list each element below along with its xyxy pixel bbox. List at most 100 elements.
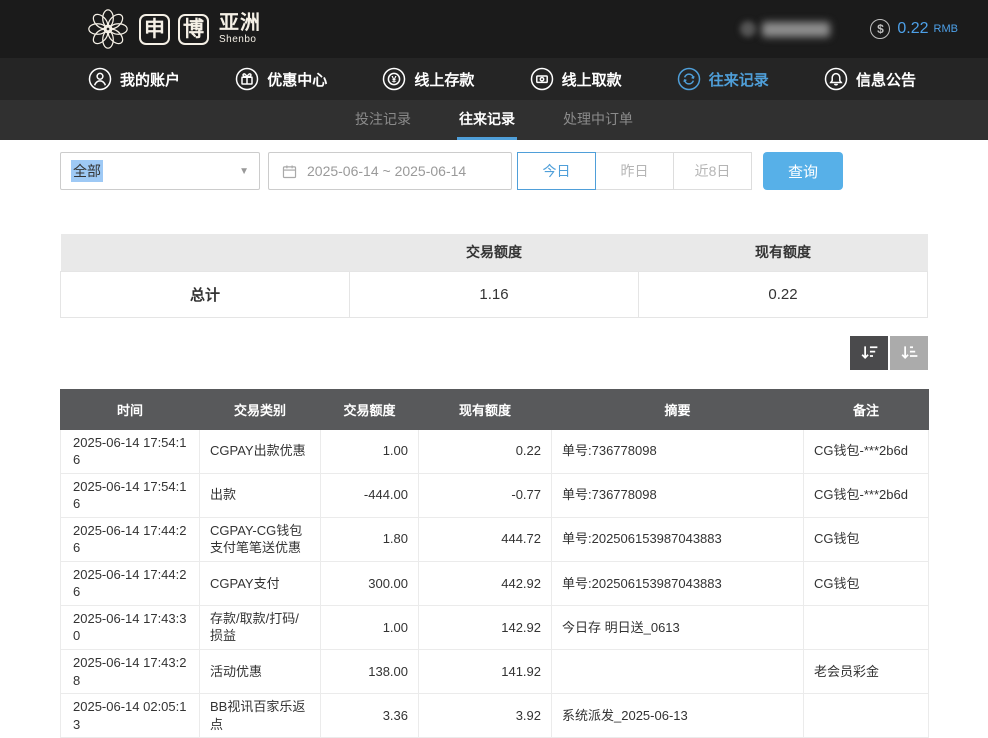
cell-type: CGPAY出款优惠 xyxy=(200,429,321,473)
summary-header-balance: 现有额度 xyxy=(639,234,928,271)
quick-date-buttons: 今日 昨日 近8日 xyxy=(518,152,752,190)
table-row: 2025-06-14 02:05:13 BB视讯百家乐返点 3.36 3.92 … xyxy=(61,694,929,738)
cell-remark: CG钱包 xyxy=(804,561,929,605)
records-subnav: 投注记录 往来记录 处理中订单 xyxy=(0,100,988,140)
cell-summary xyxy=(552,649,804,693)
cell-amount: -444.00 xyxy=(321,473,419,517)
main-navigation: 我的账户 优惠中心 ¥ 线上存款 线上取款 xyxy=(0,58,988,100)
cell-balance: -0.77 xyxy=(419,473,552,517)
deposit-coin-icon: ¥ xyxy=(382,67,406,91)
tab-processing-orders[interactable]: 处理中订单 xyxy=(561,100,635,140)
summary-total-label: 总计 xyxy=(61,271,350,317)
brand-char-1: 申 xyxy=(139,14,170,45)
cell-remark: CG钱包-***2b6d xyxy=(804,473,929,517)
cell-remark xyxy=(804,605,929,649)
svg-text:¥: ¥ xyxy=(392,74,397,84)
brand-char-2: 博 xyxy=(178,14,209,45)
exchange-records-icon xyxy=(677,67,701,91)
transactions-table: 时间 交易类别 交易额度 现有额度 摘要 备注 2025-06-14 17:54… xyxy=(60,389,929,738)
lotus-logo-icon xyxy=(85,6,131,52)
table-row: 2025-06-14 17:54:16 出款 -444.00 -0.77 单号:… xyxy=(61,473,929,517)
cell-amount: 3.36 xyxy=(321,694,419,738)
sort-controls xyxy=(60,336,928,370)
cell-type: CGPAY-CG钱包支付笔笔送优惠 xyxy=(200,517,321,561)
col-header-remark: 备注 xyxy=(804,389,929,429)
cell-balance: 141.92 xyxy=(419,649,552,693)
cell-time: 2025-06-14 17:54:16 xyxy=(61,429,200,473)
masked-username xyxy=(740,21,830,37)
col-header-summary: 摘要 xyxy=(552,389,804,429)
gift-icon xyxy=(235,67,259,91)
avatar xyxy=(740,21,756,37)
nav-item-promotions[interactable]: 优惠中心 xyxy=(235,67,327,91)
cell-type: 出款 xyxy=(200,473,321,517)
transactions-header-row: 时间 交易类别 交易额度 现有额度 摘要 备注 xyxy=(61,389,929,429)
summary-total-row: 总计 1.16 0.22 xyxy=(61,271,928,317)
date-range-value: 2025-06-14 ~ 2025-06-14 xyxy=(307,163,466,179)
cell-remark: CG钱包-***2b6d xyxy=(804,429,929,473)
button-label: 昨日 xyxy=(621,161,649,181)
withdraw-coin-icon xyxy=(530,67,554,91)
nav-label: 线上取款 xyxy=(562,69,622,90)
nav-label: 我的账户 xyxy=(120,69,180,90)
last-8-days-button[interactable]: 近8日 xyxy=(673,152,752,190)
cell-amount: 1.80 xyxy=(321,517,419,561)
type-select-value: 全部 xyxy=(71,160,103,182)
tab-label: 往来记录 xyxy=(459,109,515,129)
table-row: 2025-06-14 17:44:26 CGPAY-CG钱包支付笔笔送优惠 1.… xyxy=(61,517,929,561)
query-button[interactable]: 查询 xyxy=(763,152,843,190)
cell-summary: 系统派发_2025-06-13 xyxy=(552,694,804,738)
tab-betting-records[interactable]: 投注记录 xyxy=(353,100,413,140)
cell-time: 2025-06-14 17:54:16 xyxy=(61,473,200,517)
cell-type: CGPAY支付 xyxy=(200,561,321,605)
sort-ascending-button[interactable] xyxy=(890,336,928,370)
today-button[interactable]: 今日 xyxy=(517,152,596,190)
summary-transaction-total: 1.16 xyxy=(350,271,639,317)
date-range-picker[interactable]: 2025-06-14 ~ 2025-06-14 xyxy=(268,152,512,190)
nav-label: 往来记录 xyxy=(709,69,769,90)
tab-transaction-records[interactable]: 往来记录 xyxy=(457,100,517,140)
summary-balance-total: 0.22 xyxy=(639,271,928,317)
type-select[interactable]: 全部 ▼ xyxy=(60,152,260,190)
balance-currency: RMB xyxy=(934,23,958,35)
tab-label: 处理中订单 xyxy=(563,109,633,129)
cell-type: 活动优惠 xyxy=(200,649,321,693)
nav-item-transaction-records[interactable]: 往来记录 xyxy=(677,67,769,91)
nav-label: 信息公告 xyxy=(856,69,916,90)
cell-remark: 老会员彩金 xyxy=(804,649,929,693)
cell-time: 2025-06-14 02:05:13 xyxy=(61,694,200,738)
nav-item-online-withdrawal[interactable]: 线上取款 xyxy=(530,67,622,91)
top-header: 申 博 亚洲 Shenbo $ 0.22 RMB xyxy=(0,0,988,58)
table-row: 2025-06-14 17:43:28 活动优惠 138.00 141.92 老… xyxy=(61,649,929,693)
yesterday-button[interactable]: 昨日 xyxy=(595,152,674,190)
cell-remark: CG钱包 xyxy=(804,517,929,561)
filter-bar: 全部 ▼ 2025-06-14 ~ 2025-06-14 今日 昨日 近8日 查… xyxy=(60,152,928,190)
cell-summary: 单号:736778098 xyxy=(552,473,804,517)
balance-amount: 0.22 xyxy=(897,20,928,38)
button-label: 今日 xyxy=(543,161,571,181)
chevron-down-icon: ▼ xyxy=(239,166,249,177)
cell-summary: 单号:202506153987043883 xyxy=(552,561,804,605)
cell-summary: 单号:736778098 xyxy=(552,429,804,473)
cell-balance: 0.22 xyxy=(419,429,552,473)
brand-region: 亚洲 xyxy=(219,13,261,33)
nav-item-online-deposit[interactable]: ¥ 线上存款 xyxy=(382,67,474,91)
nav-label: 线上存款 xyxy=(414,69,474,90)
cell-time: 2025-06-14 17:43:30 xyxy=(61,605,200,649)
cell-amount: 138.00 xyxy=(321,649,419,693)
cell-amount: 1.00 xyxy=(321,429,419,473)
nav-item-announcements[interactable]: 信息公告 xyxy=(824,67,916,91)
bell-icon xyxy=(824,67,848,91)
table-row: 2025-06-14 17:43:30 存款/取款/打码/损益 1.00 142… xyxy=(61,605,929,649)
calendar-icon xyxy=(281,163,298,180)
col-header-balance: 现有额度 xyxy=(419,389,552,429)
summary-header-transaction: 交易额度 xyxy=(350,234,639,271)
username-blur xyxy=(762,22,830,37)
cell-balance: 442.92 xyxy=(419,561,552,605)
brand-name-en: Shenbo xyxy=(219,35,261,45)
cell-balance: 444.72 xyxy=(419,517,552,561)
col-header-amount: 交易额度 xyxy=(321,389,419,429)
table-row: 2025-06-14 17:54:16 CGPAY出款优惠 1.00 0.22 … xyxy=(61,429,929,473)
nav-item-my-account[interactable]: 我的账户 xyxy=(88,67,180,91)
sort-descending-button[interactable] xyxy=(850,336,888,370)
